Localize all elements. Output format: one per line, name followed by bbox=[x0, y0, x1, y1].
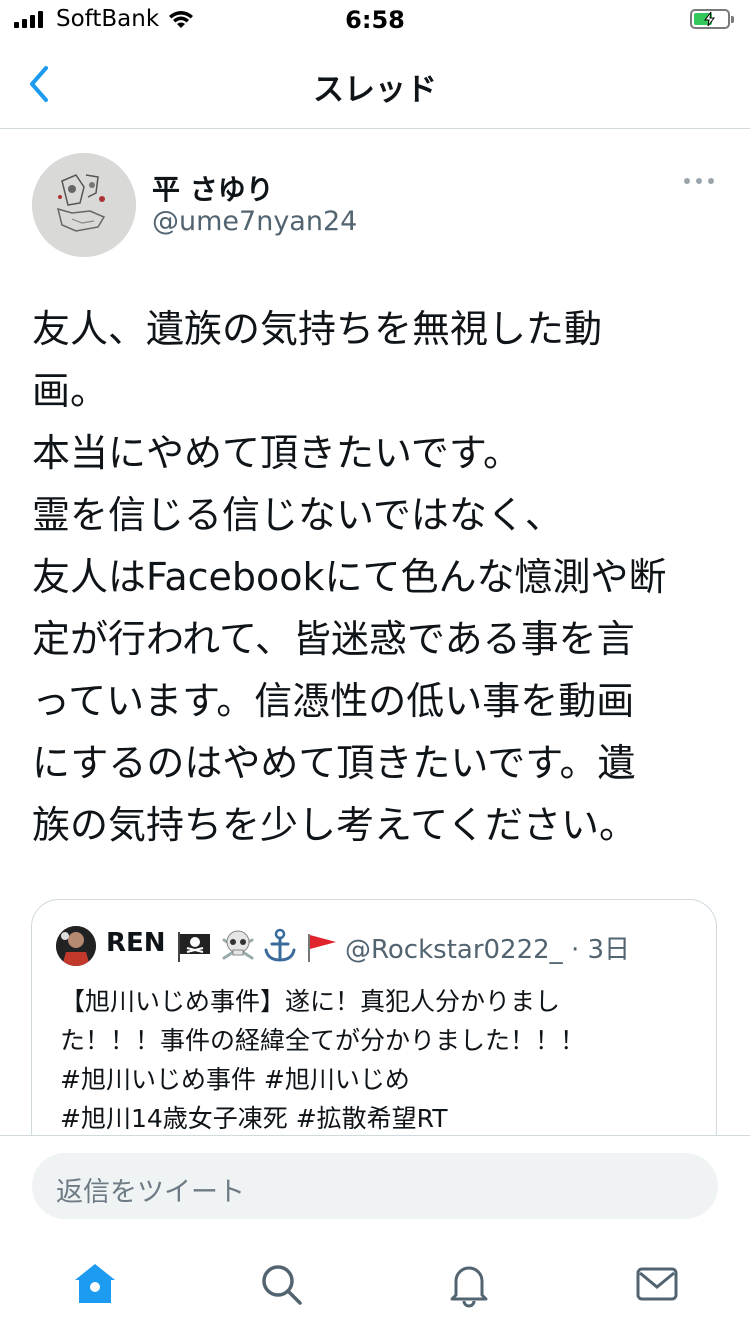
reply-input[interactable]: 返信をツイート bbox=[32, 1153, 718, 1219]
tweet-line: 友人、遺族の気持ちを無視した動 bbox=[32, 307, 603, 351]
page-title: スレッド bbox=[313, 72, 437, 108]
more-dots-icon bbox=[684, 178, 690, 184]
tab-search[interactable] bbox=[256, 1259, 306, 1309]
tab-bar bbox=[0, 1235, 750, 1334]
quoted-line: 【旭川いじめ事件】遂に！真犯人分かりまし bbox=[60, 987, 561, 1016]
tweet-line: っています。信憑性の低い事を動画 bbox=[32, 679, 635, 723]
tweet-line: 霊を信じる信じないではなく、 bbox=[32, 493, 563, 537]
author-handle[interactable]: @ume7nyan24 bbox=[152, 206, 357, 237]
reply-bar: 返信をツイート bbox=[0, 1135, 750, 1236]
tab-messages[interactable] bbox=[632, 1259, 682, 1309]
tweet-line: 本当にやめて頂きたいです。 bbox=[32, 431, 522, 475]
more-options-button[interactable] bbox=[684, 178, 714, 184]
tweet-line: 友人はFacebookにて色んな憶測や断 bbox=[32, 555, 667, 599]
navigation-bar: スレッド bbox=[0, 40, 750, 129]
triangular-red-flag-icon bbox=[308, 934, 336, 962]
pirate-flag-icon bbox=[178, 932, 210, 962]
tweet-line: 族の気持ちを少し考えてください。 bbox=[32, 803, 637, 847]
tweet-line: 定が行われて、皆迷惑である事を言 bbox=[32, 617, 635, 661]
quoted-line: た！！！事件の経緯全てが分かりました！！！ bbox=[60, 1026, 586, 1055]
tab-home[interactable] bbox=[70, 1259, 120, 1309]
quoted-line: #旭川14歳女子凍死 #拡散希望RT bbox=[60, 1104, 448, 1133]
tab-notifications[interactable] bbox=[444, 1259, 494, 1309]
quoted-handle-time: @Rockstar0222_ · 3日 bbox=[345, 935, 631, 965]
battery-icon bbox=[690, 9, 734, 29]
anchor-icon bbox=[264, 928, 296, 962]
bell-icon bbox=[450, 1266, 488, 1308]
tweet-text: 友人、遺族の気持ちを無視した動 画。 本当にやめて頂きたいです。 霊を信じる信じ… bbox=[32, 298, 712, 856]
tweet-line: 画。 bbox=[32, 369, 109, 413]
status-bar: SoftBank 6:58 bbox=[0, 0, 750, 40]
avatar-drawing-icon bbox=[32, 153, 136, 257]
search-icon bbox=[262, 1265, 302, 1305]
author-display-name[interactable]: 平 さゆり bbox=[152, 168, 274, 208]
tweet-line: にするのはやめて頂きたいです。遺 bbox=[32, 741, 636, 785]
quoted-author-name: REN bbox=[106, 928, 166, 958]
quoted-line: #旭川いじめ事件 #旭川いじめ bbox=[60, 1065, 410, 1094]
quoted-tweet-text: 【旭川いじめ事件】遂に！真犯人分かりまし た！！！事件の経緯全てが分かりました！… bbox=[60, 982, 700, 1138]
quoted-tweet-card[interactable]: REN @Rockstar0222_ · 3日 【旭川いじめ事件】遂に！真犯人分… bbox=[31, 899, 717, 1159]
home-icon bbox=[75, 1264, 115, 1303]
reply-placeholder: 返信をツイート bbox=[56, 1177, 245, 1208]
envelope-icon bbox=[636, 1267, 678, 1301]
skull-crossbones-icon bbox=[222, 930, 254, 960]
author-avatar[interactable] bbox=[32, 153, 136, 257]
status-time: 6:58 bbox=[345, 6, 405, 34]
quoted-author-avatar bbox=[56, 926, 96, 966]
